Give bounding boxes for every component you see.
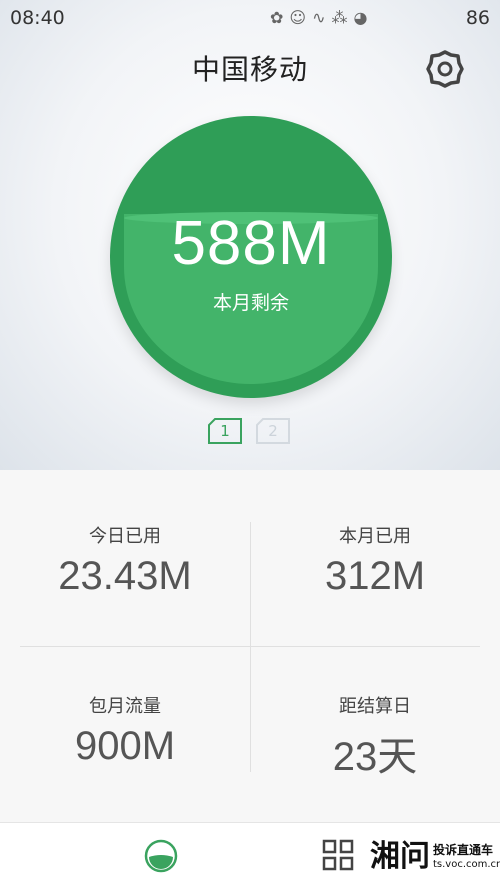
gear-icon [426, 50, 464, 88]
today-used-cell: 今日已用 23.43M [0, 522, 250, 599]
nav-apps-button[interactable] [322, 839, 354, 871]
package-label: 包月流量 [89, 696, 161, 717]
billing-day-cell: 距结算日 23天 [250, 692, 500, 782]
month-used-cell: 本月已用 312M [250, 522, 500, 599]
sim-tab-label: 1 [220, 422, 230, 440]
grid-icon [322, 839, 354, 871]
today-used-value: 23.43M [58, 554, 192, 598]
status-time: 08:40 [10, 7, 65, 29]
horizontal-divider [20, 646, 480, 647]
billing-day-value: 23天 [332, 735, 418, 779]
chain-icon: ⁂ [331, 8, 348, 27]
remaining-label: 本月剩余 [212, 292, 289, 314]
month-used-label: 本月已用 [339, 526, 411, 547]
sim-tab-label: 2 [268, 422, 278, 440]
top-area: 08:40 ✿ ☺ ∿ ⁂ ◕ 86 中国移动 588M 本月剩余 1 2 [0, 0, 500, 470]
notification-icons: ✿ ☺ ∿ ⁂ ◕ [270, 6, 367, 30]
stats-panel: 今日已用 23.43M 本月已用 312M 包月流量 900M 距结算日 23天 [0, 470, 500, 822]
totoro-icon: ◕ [353, 8, 368, 27]
today-used-label: 今日已用 [89, 526, 161, 547]
settings-button[interactable] [426, 50, 464, 88]
watermark-url: ts.voc.com.cn [433, 859, 500, 870]
data-gauge[interactable]: 588M 本月剩余 [110, 116, 392, 398]
status-bar: 08:40 ✿ ☺ ∿ ⁂ ◕ 86 [0, 0, 500, 36]
package-cell: 包月流量 900M [0, 692, 250, 769]
watermark-text: 投诉直通车 [433, 843, 494, 857]
gauge-icon [144, 839, 178, 873]
billing-day-label: 距结算日 [339, 696, 411, 717]
nav-usage-button[interactable] [144, 839, 178, 873]
sim-tab-2[interactable]: 2 [256, 418, 290, 444]
sim-tab-1[interactable]: 1 [208, 418, 242, 444]
page-title: 中国移动 [191, 53, 308, 86]
month-used-value: 312M [324, 554, 426, 598]
owl-icon: ☺ [289, 8, 307, 27]
package-value: 900M [74, 724, 176, 768]
flower-icon: ✿ [270, 8, 284, 27]
watermark-logo: 湘问 [370, 839, 430, 874]
bottom-nav: 湘问 投诉直通车 ts.voc.com.cn [0, 822, 500, 889]
watermark: 湘问 投诉直通车 ts.voc.com.cn [370, 831, 500, 885]
sim-tabs: 1 2 [208, 418, 290, 444]
battery-level: 86 [465, 7, 490, 29]
remaining-value: 588M [171, 209, 331, 278]
bird-icon: ∿ [312, 8, 326, 27]
